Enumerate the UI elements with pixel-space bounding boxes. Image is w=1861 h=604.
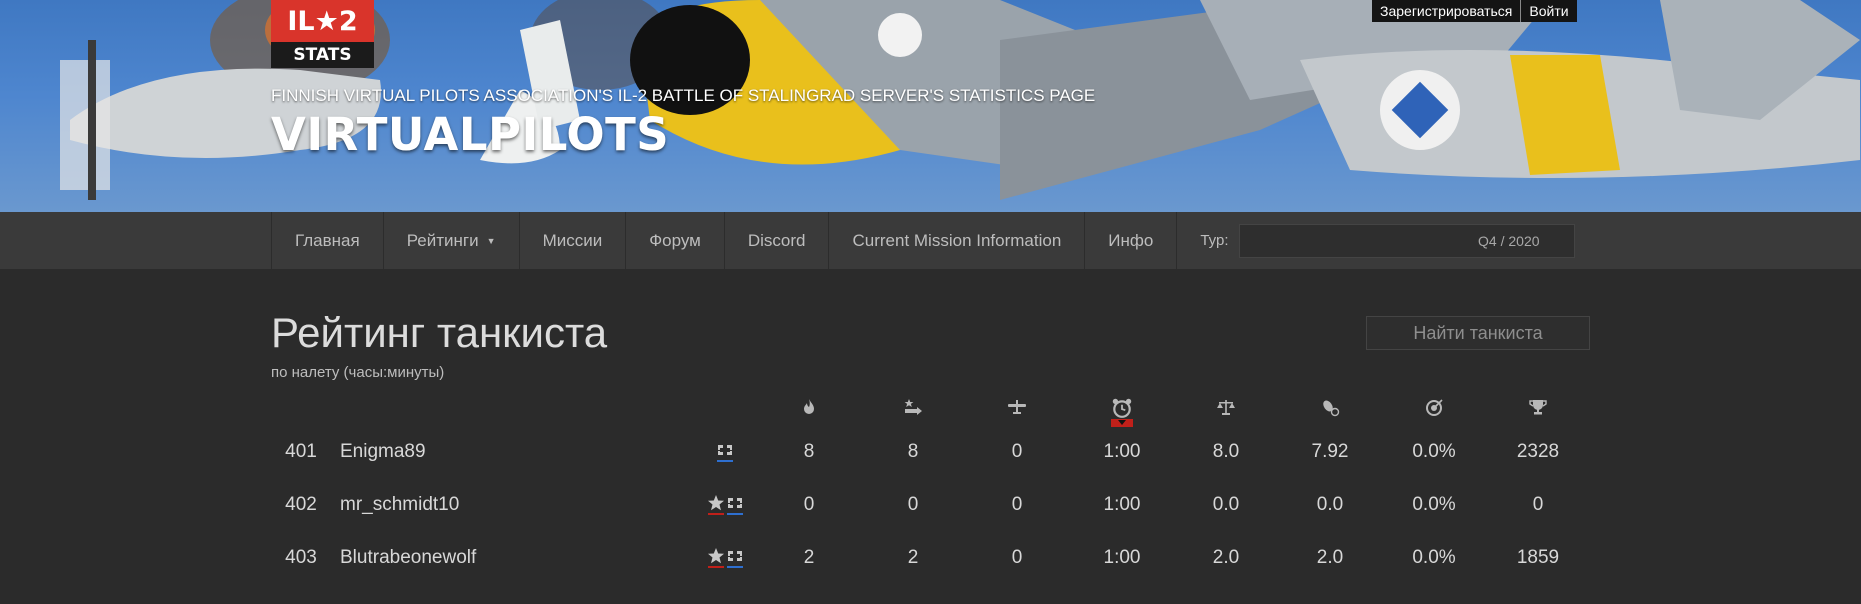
- tour-selector: Тур: Q4 / 2020: [1176, 212, 1582, 269]
- nav-item-missions[interactable]: Миссии: [518, 212, 626, 269]
- luftwaffe-cross-icon: [726, 547, 744, 568]
- tour-select[interactable]: Q4 / 2020: [1238, 223, 1575, 258]
- row-flags: [700, 478, 750, 531]
- row-name[interactable]: mr_schmidt10: [340, 478, 640, 531]
- logo-il2-text: IL★2: [271, 0, 374, 42]
- col-bomb-value: 0.0: [1316, 494, 1344, 515]
- register-link[interactable]: Зарегистрироваться: [1372, 0, 1520, 22]
- col-ratio-value: 0.0: [1212, 494, 1240, 515]
- axis-flag-bar: [726, 513, 743, 515]
- table-row[interactable]: 402 mr_schmidt10 0 0 0 1:00 0.0 0.0 0.0%…: [0, 478, 1861, 531]
- soviet-star-icon: [707, 494, 725, 515]
- table-row[interactable]: 403 Blutrabeonewolf 2 2 0 1:00 2.0 2.0 0…: [0, 531, 1861, 584]
- nav-item-home[interactable]: Главная: [271, 212, 383, 269]
- fire-icon[interactable]: [794, 397, 824, 421]
- luftwaffe-cross-icon: [716, 441, 734, 462]
- main-nav: Главная Рейтинги ▼ Миссии Форум Discord …: [0, 212, 1861, 269]
- header-banner: IL★2 STATS FINNISH VIRTUAL PILOTS ASSOCI…: [0, 0, 1861, 212]
- page-title: Рейтинг танкиста: [271, 309, 608, 356]
- allied-flag-bar: [707, 513, 724, 515]
- table-row[interactable]: 401 Enigma89 8 8 0 1:00 8.0 7.92 0.0% 23…: [0, 425, 1861, 478]
- nav-item-discord[interactable]: Discord: [723, 212, 829, 269]
- axis-flag-bar: [717, 460, 733, 462]
- col-fire-value: 8: [803, 441, 815, 462]
- nav-item-ratings[interactable]: Рейтинги ▼: [382, 212, 519, 269]
- login-link[interactable]: Войти: [1521, 0, 1576, 22]
- target-icon[interactable]: [1419, 397, 1449, 421]
- site-subtitle: FINNISH VIRTUAL PILOTS ASSOCIATION'S IL-…: [271, 86, 1096, 105]
- col-time-value: 1:00: [1103, 547, 1141, 568]
- col-bomb-value: 7.92: [1311, 441, 1349, 462]
- nav-item-ratings-label: Рейтинги: [406, 230, 479, 250]
- col-bomb-value: 2.0: [1316, 547, 1344, 568]
- scales-icon[interactable]: [1211, 397, 1241, 421]
- col-plane-value: 0: [1011, 547, 1023, 568]
- col-accuracy-value: 0.0%: [1412, 494, 1456, 515]
- il2-stats-logo[interactable]: IL★2 STATS: [271, 0, 374, 68]
- axis-flag-bar: [726, 566, 743, 568]
- col-time-value: 1:00: [1103, 441, 1141, 462]
- col-plane-value: 0: [1011, 441, 1023, 462]
- col-score-value: 1859: [1516, 547, 1560, 568]
- auth-links: Зарегистрироваться Войти: [1372, 0, 1577, 22]
- luftwaffe-cross-icon: [726, 494, 744, 515]
- nav-item-current-mission[interactable]: Current Mission Information: [828, 212, 1084, 269]
- nav-item-forum[interactable]: Форум: [625, 212, 724, 269]
- page-subtitle: по налету (часы:минуты): [271, 364, 445, 381]
- search-input[interactable]: Найти танкиста: [1366, 316, 1590, 350]
- col-accuracy-value: 0.0%: [1412, 547, 1456, 568]
- col-accuracy-value: 0.0%: [1412, 441, 1456, 462]
- row-flags: [700, 531, 750, 584]
- trophy-icon[interactable]: [1523, 397, 1553, 421]
- col-plane-value: 0: [1011, 494, 1023, 515]
- col-ratio-value: 8.0: [1212, 441, 1240, 462]
- col-ground-value: 0: [907, 494, 919, 515]
- alarm-clock-icon[interactable]: [1107, 397, 1137, 427]
- col-score-value: 0: [1532, 494, 1544, 515]
- col-score-value: 2328: [1516, 441, 1560, 462]
- nav-item-info[interactable]: Инфо: [1084, 212, 1176, 269]
- row-rank: 401: [285, 441, 317, 462]
- bomb-icon[interactable]: [1315, 397, 1345, 421]
- row-rank: 402: [285, 494, 317, 515]
- col-time-value: 1:00: [1103, 494, 1141, 515]
- soviet-star-icon: [707, 547, 725, 568]
- col-ground-value: 2: [907, 547, 919, 568]
- row-name[interactable]: Blutrabeonewolf: [340, 531, 640, 584]
- col-fire-value: 2: [803, 547, 815, 568]
- main-content: Рейтинг танкиста по налету (часы:минуты)…: [0, 269, 1861, 604]
- col-ground-value: 8: [907, 441, 919, 462]
- col-ratio-value: 2.0: [1212, 547, 1240, 568]
- allied-flag-bar: [707, 566, 724, 568]
- row-name[interactable]: Enigma89: [340, 425, 640, 478]
- site-title: VIRTUALPILOTS: [271, 108, 670, 161]
- logo-stats-text: STATS: [271, 42, 374, 68]
- col-fire-value: 0: [803, 494, 815, 515]
- row-flags: [700, 425, 750, 478]
- caret-down-icon: ▼: [486, 235, 496, 246]
- ground-kill-icon[interactable]: [898, 397, 928, 421]
- plane-icon[interactable]: [1002, 397, 1032, 421]
- tour-label: Тур:: [1200, 232, 1229, 249]
- row-rank: 403: [285, 547, 317, 568]
